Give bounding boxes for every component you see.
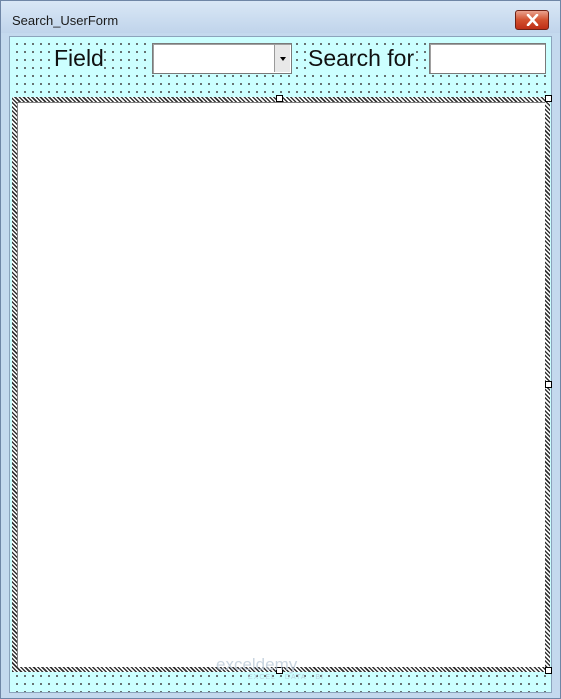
userform-window: Search_UserForm Field Search for excelde… xyxy=(0,0,561,699)
results-listbox[interactable] xyxy=(12,97,550,672)
watermark-tagline: EXCEL · DATA · BI xyxy=(248,674,324,681)
search-for-textbox[interactable] xyxy=(429,43,546,74)
close-icon xyxy=(526,14,539,26)
dropdown-arrow-icon[interactable] xyxy=(274,45,290,72)
field-label: Field xyxy=(54,45,104,72)
window-title: Search_UserForm xyxy=(12,13,119,28)
watermark-logo: exceldemy xyxy=(216,655,298,674)
form-client-area: Field Search for exceldemy EXCEL · DATA … xyxy=(9,36,552,693)
close-button[interactable] xyxy=(515,10,549,30)
resize-handle-bottom-right[interactable] xyxy=(545,667,552,674)
resize-handle-top[interactable] xyxy=(276,95,283,102)
resize-handle-top-right[interactable] xyxy=(545,95,552,102)
title-bar[interactable]: Search_UserForm xyxy=(1,1,560,33)
search-for-label: Search for xyxy=(308,45,415,72)
field-combobox[interactable] xyxy=(152,43,292,74)
resize-handle-right[interactable] xyxy=(545,381,552,388)
